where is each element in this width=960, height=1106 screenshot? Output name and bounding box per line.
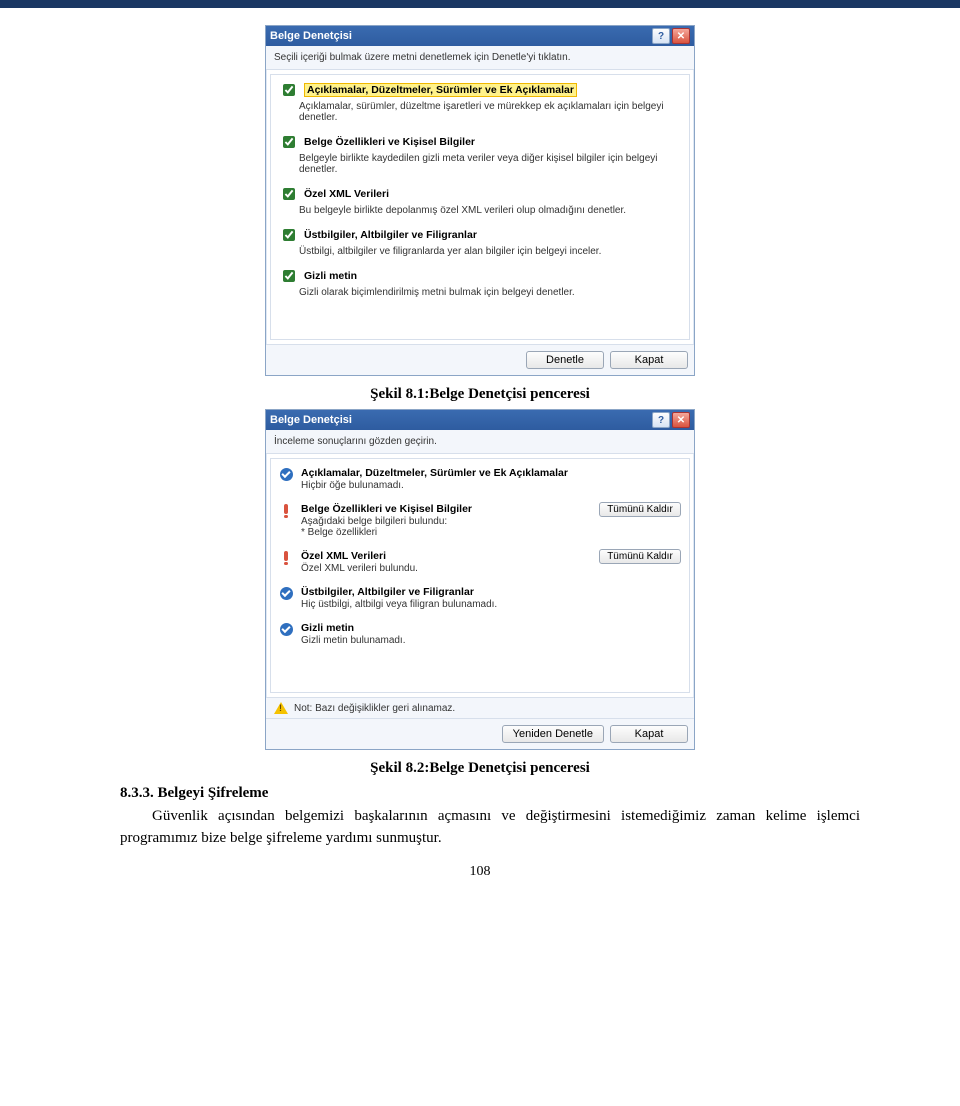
checkbox[interactable] bbox=[283, 84, 295, 96]
result-label: Gizli metin bbox=[301, 622, 681, 634]
checkbox[interactable] bbox=[283, 270, 295, 282]
instruction-2: İnceleme sonuçlarını gözden geçirin. bbox=[266, 430, 694, 454]
window-title-1: Belge Denetçisi bbox=[270, 30, 352, 42]
document-top-border bbox=[0, 0, 960, 8]
option-desc: Gizli olarak biçimlendirilmiş metni bulm… bbox=[299, 287, 681, 298]
result-item: Belge Özellikleri ve Kişisel Bilgiler Aş… bbox=[277, 499, 683, 546]
checkbox[interactable] bbox=[283, 136, 295, 148]
check-icon bbox=[280, 623, 293, 636]
warning-icon bbox=[284, 504, 288, 514]
result-label: Belge Özellikleri ve Kişisel Bilgiler bbox=[301, 503, 591, 515]
dialog-inspector-1: Belge Denetçisi ? ✕ Seçili içeriği bulma… bbox=[265, 25, 695, 376]
instruction-1: Seçili içeriği bulmak üzere metni denetl… bbox=[266, 46, 694, 70]
option-desc: Belgeyle birlikte kaydedilen gizli meta … bbox=[299, 153, 681, 175]
close-button[interactable]: Kapat bbox=[610, 351, 688, 369]
page-number: 108 bbox=[0, 864, 960, 880]
result-label: Açıklamalar, Düzeltmeler, Sürümler ve Ek… bbox=[301, 467, 681, 479]
remove-all-button[interactable]: Tümünü Kaldır bbox=[599, 502, 681, 517]
results-list[interactable]: Açıklamalar, Düzeltmeler, Sürümler ve Ek… bbox=[271, 459, 689, 692]
option-label: Özel XML Verileri bbox=[304, 188, 389, 200]
titlebar-2: Belge Denetçisi ? ✕ bbox=[266, 410, 694, 430]
result-label: Özel XML Verileri bbox=[301, 550, 591, 562]
caution-icon bbox=[274, 702, 288, 714]
note-text: Not: Bazı değişiklikler geri alınamaz. bbox=[294, 703, 455, 714]
close-window-button[interactable]: ✕ bbox=[672, 412, 690, 428]
result-desc: Gizli metin bulunamadı. bbox=[301, 635, 681, 646]
close-button[interactable]: Kapat bbox=[610, 725, 688, 743]
option-label: Üstbilgiler, Altbilgiler ve Filigranlar bbox=[304, 229, 477, 241]
result-desc: Hiçbir öğe bulunamadı. bbox=[301, 480, 681, 491]
checkbox[interactable] bbox=[283, 188, 295, 200]
figure-caption-2: Şekil 8.2:Belge Denetçisi penceresi bbox=[0, 760, 960, 777]
option-item: Gizli metin Gizli olarak biçimlendirilmi… bbox=[277, 263, 683, 304]
result-item: Gizli metin Gizli metin bulunamadı. bbox=[277, 618, 683, 654]
warning-icon bbox=[284, 551, 288, 561]
check-icon bbox=[280, 468, 293, 481]
check-icon bbox=[280, 587, 293, 600]
titlebar-1: Belge Denetçisi ? ✕ bbox=[266, 26, 694, 46]
result-desc: Hiç üstbilgi, altbilgi veya filigran bul… bbox=[301, 599, 681, 610]
checkbox[interactable] bbox=[283, 229, 295, 241]
result-item: Üstbilgiler, Altbilgiler ve Filigranlar … bbox=[277, 582, 683, 618]
remove-all-button[interactable]: Tümünü Kaldır bbox=[599, 549, 681, 564]
section-heading: 8.3.3. Belgeyi Şifreleme bbox=[120, 785, 960, 802]
option-desc: Üstbilgi, altbilgiler ve filigranlarda y… bbox=[299, 246, 681, 257]
result-item: Açıklamalar, Düzeltmeler, Sürümler ve Ek… bbox=[277, 463, 683, 499]
option-item: Belge Özellikleri ve Kişisel Bilgiler Be… bbox=[277, 129, 683, 181]
body-paragraph: Güvenlik açısından belgemizi başkalarını… bbox=[120, 806, 860, 850]
window-title-2: Belge Denetçisi bbox=[270, 414, 352, 426]
option-desc: Bu belgeyle birlikte depolanmış özel XML… bbox=[299, 205, 681, 216]
options-list-1[interactable]: Açıklamalar, Düzeltmeler, Sürümler ve Ek… bbox=[271, 75, 689, 339]
result-desc: Özel XML verileri bulundu. bbox=[301, 563, 591, 574]
result-item: Özel XML Verileri Özel XML verileri bulu… bbox=[277, 546, 683, 582]
result-label: Üstbilgiler, Altbilgiler ve Filigranlar bbox=[301, 586, 681, 598]
option-label: Açıklamalar, Düzeltmeler, Sürümler ve Ek… bbox=[304, 83, 577, 97]
option-item: Özel XML Verileri Bu belgeyle birlikte d… bbox=[277, 181, 683, 222]
option-label: Gizli metin bbox=[304, 270, 357, 282]
reinspect-button[interactable]: Yeniden Denetle bbox=[502, 725, 604, 743]
result-desc: Aşağıdaki belge bilgileri bulundu: * Bel… bbox=[301, 516, 591, 538]
help-button[interactable]: ? bbox=[652, 412, 670, 428]
option-desc: Açıklamalar, sürümler, düzeltme işaretle… bbox=[299, 101, 681, 123]
option-item: Açıklamalar, Düzeltmeler, Sürümler ve Ek… bbox=[277, 77, 683, 129]
dialog-inspector-2: Belge Denetçisi ? ✕ İnceleme sonuçlarını… bbox=[265, 409, 695, 750]
close-window-button[interactable]: ✕ bbox=[672, 28, 690, 44]
option-item: Üstbilgiler, Altbilgiler ve Filigranlar … bbox=[277, 222, 683, 263]
inspect-button[interactable]: Denetle bbox=[526, 351, 604, 369]
help-button[interactable]: ? bbox=[652, 28, 670, 44]
figure-caption-1: Şekil 8.1:Belge Denetçisi penceresi bbox=[0, 386, 960, 403]
option-label: Belge Özellikleri ve Kişisel Bilgiler bbox=[304, 136, 475, 148]
